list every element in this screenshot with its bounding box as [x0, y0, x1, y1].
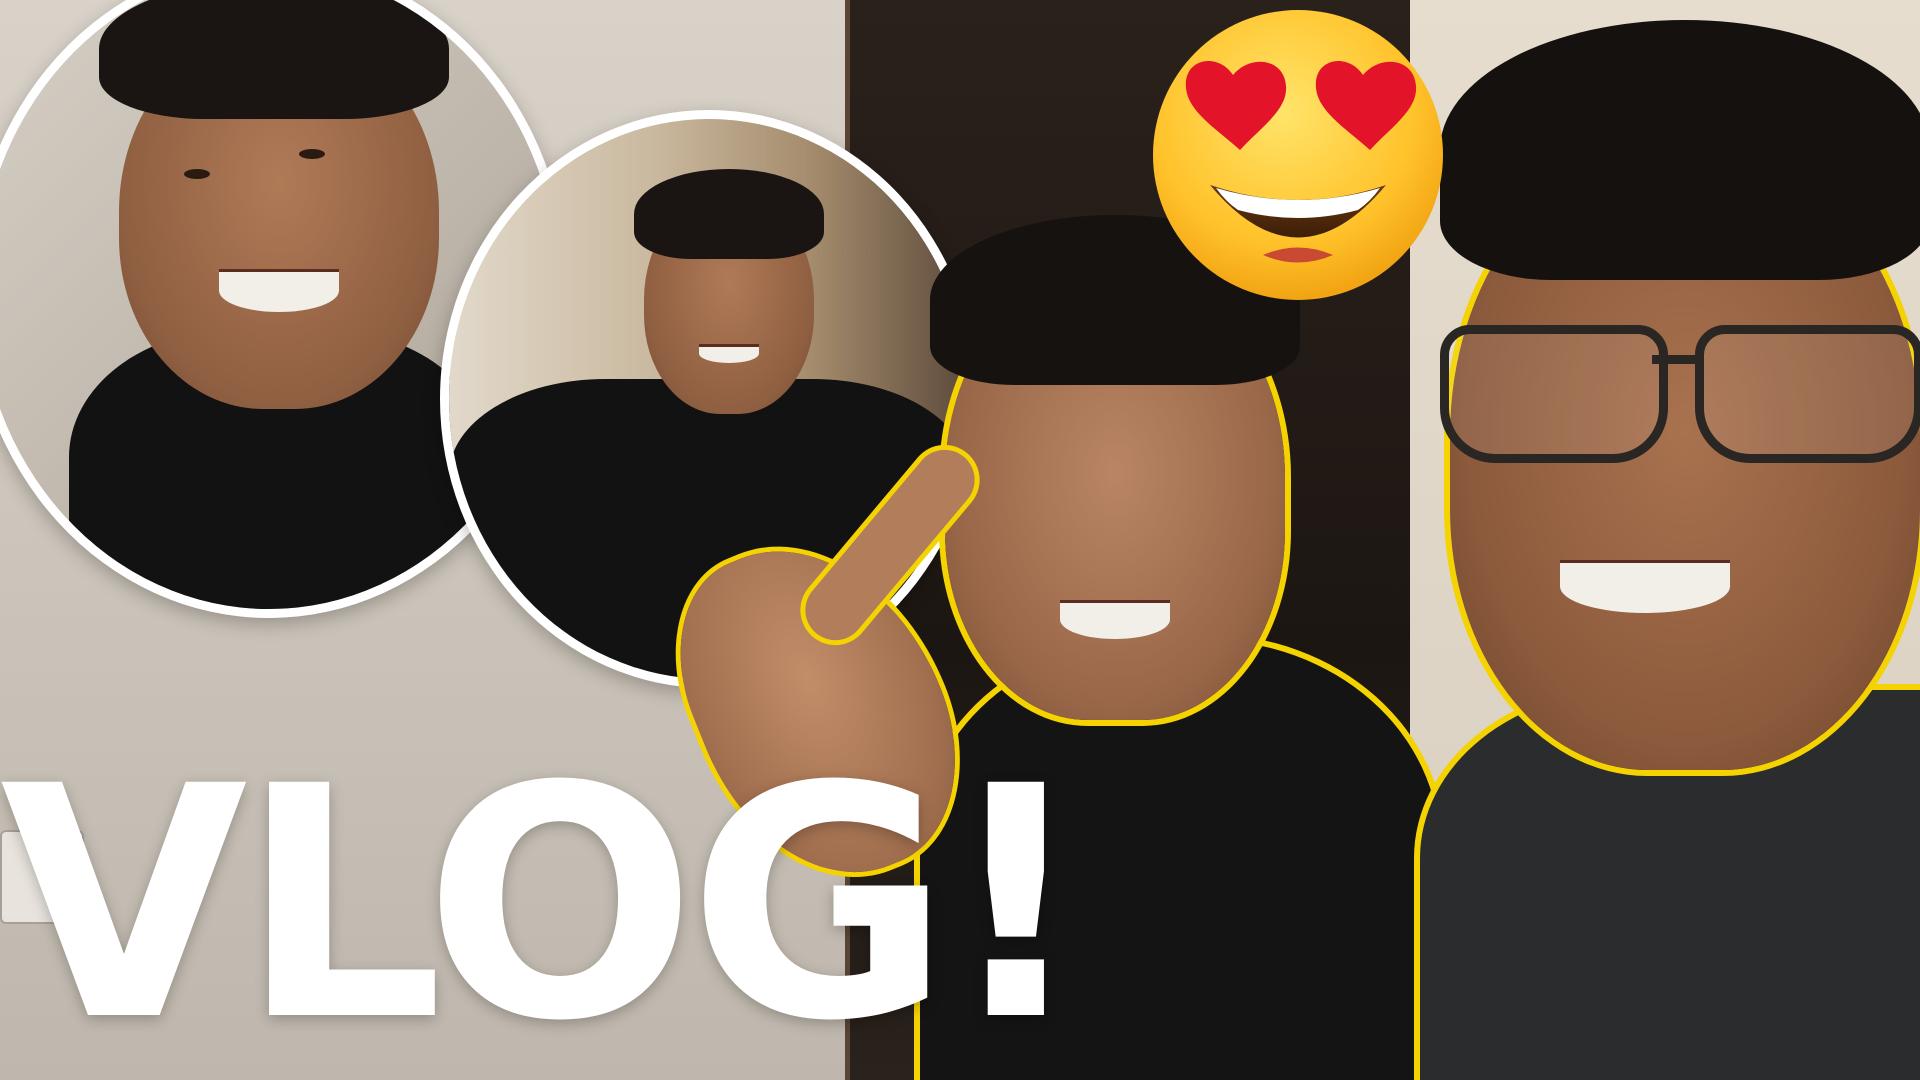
person-smile [699, 344, 759, 363]
person-hair [634, 169, 824, 259]
person-hair [99, 0, 449, 119]
eyeglasses-lens [1695, 325, 1920, 463]
person-smile [219, 269, 339, 312]
eyeglasses [1420, 325, 1920, 463]
video-thumbnail: VLOG! [0, 0, 1920, 1080]
main-person-right-smile [1560, 560, 1730, 613]
main-person-left-smile [1060, 600, 1170, 639]
eyeglasses-lens [1440, 325, 1668, 463]
person-eye [184, 169, 210, 179]
person-eye [299, 149, 325, 159]
main-person-right-hair [1440, 20, 1920, 280]
vlog-title: VLOG! [0, 719, 1089, 1080]
heart-eyes-emoji-icon [1153, 10, 1443, 300]
